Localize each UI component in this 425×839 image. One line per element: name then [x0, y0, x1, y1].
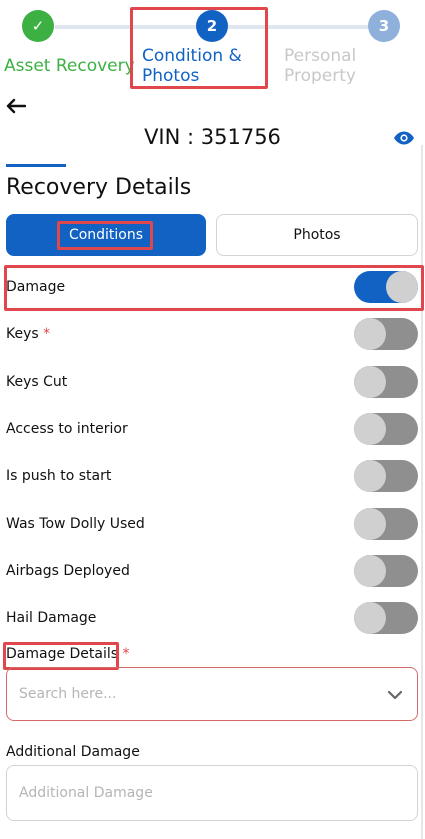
toggle-row-tow-dolly: Was Tow Dolly Used — [6, 506, 418, 542]
damage-toggle[interactable] — [354, 271, 418, 303]
tab-bar: Conditions Photos — [6, 214, 418, 256]
toggle-row-hail-damage: Hail Damage — [6, 600, 418, 636]
step-1-label[interactable]: Asset Recovery — [4, 56, 135, 76]
damage-details-select[interactable]: Search here... — [6, 667, 418, 721]
toggle-knob — [354, 602, 386, 634]
toggle-knob — [386, 271, 418, 303]
damage-details-placeholder: Search here... — [19, 686, 117, 702]
toggle-row-keys: Keys * — [6, 316, 418, 352]
keys-cut-toggle[interactable] — [354, 366, 418, 398]
toggle-knob — [354, 366, 386, 398]
tow-dolly-toggle[interactable] — [354, 508, 418, 540]
step-connector-2 — [228, 25, 368, 29]
section-accent — [6, 164, 66, 167]
section-title: Recovery Details — [6, 175, 192, 200]
step-connector-1 — [55, 25, 200, 29]
vin-title: VIN : 351756 — [144, 125, 281, 149]
airbags-toggle[interactable] — [354, 555, 418, 587]
step-3-circle[interactable]: 3 — [368, 10, 400, 42]
toggle-row-keys-cut: Keys Cut — [6, 364, 418, 400]
toggle-row-damage: Damage — [6, 269, 418, 305]
scrollbar[interactable] — [421, 145, 423, 839]
back-arrow-icon[interactable] — [6, 95, 27, 120]
eye-icon[interactable] — [393, 130, 415, 145]
toggle-knob — [354, 460, 386, 492]
toggle-knob — [354, 555, 386, 587]
additional-damage-input[interactable]: Additional Damage — [6, 765, 418, 821]
toggle-knob — [354, 413, 386, 445]
additional-damage-label: Additional Damage — [6, 744, 140, 760]
damage-details-label: Damage Details * — [6, 646, 130, 662]
toggle-knob — [354, 318, 386, 350]
hail-damage-toggle[interactable] — [354, 602, 418, 634]
step-3-label[interactable]: Personal Property — [284, 46, 356, 84]
check-icon: ✓ — [31, 17, 45, 35]
toggle-row-access-interior: Access to interior — [6, 411, 418, 447]
toggle-knob — [354, 508, 386, 540]
step-2-circle[interactable]: 2 — [196, 10, 228, 42]
toggle-row-airbags: Airbags Deployed — [6, 553, 418, 589]
progress-stepper: ✓ Asset Recovery 2 Condition & Photos 3 … — [0, 0, 425, 92]
access-interior-toggle[interactable] — [354, 413, 418, 445]
tab-conditions[interactable]: Conditions — [6, 214, 206, 256]
step-2-label[interactable]: Condition & Photos — [142, 46, 242, 86]
push-start-toggle[interactable] — [354, 460, 418, 492]
tab-photos[interactable]: Photos — [216, 214, 418, 256]
step-1-circle[interactable]: ✓ — [22, 10, 54, 42]
chevron-down-icon[interactable] — [387, 685, 403, 704]
keys-toggle[interactable] — [354, 318, 418, 350]
additional-damage-placeholder: Additional Damage — [19, 785, 153, 801]
toggle-row-push-start: Is push to start — [6, 458, 418, 494]
